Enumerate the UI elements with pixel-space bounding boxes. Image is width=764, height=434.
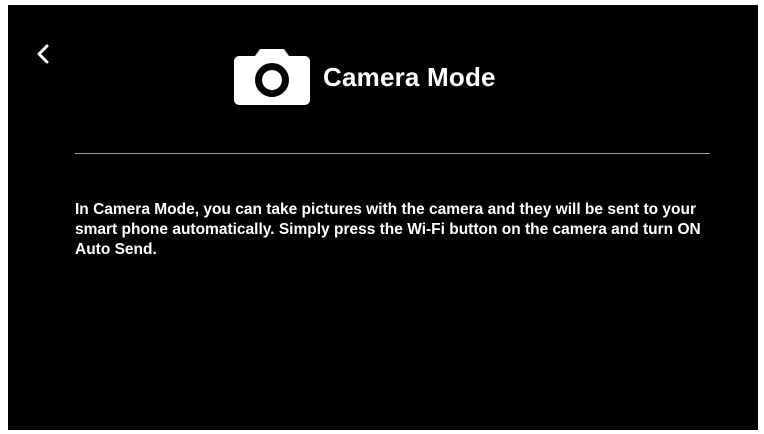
divider [75,153,710,154]
camera-mode-screen: Camera Mode In Camera Mode, you can take… [8,5,758,430]
camera-icon [233,47,311,107]
page-header: Camera Mode [233,47,496,107]
description-text: In Camera Mode, you can take pictures wi… [75,201,701,258]
back-button[interactable] [32,39,56,69]
page-title: Camera Mode [323,62,496,92]
chevron-left-icon [32,39,56,69]
